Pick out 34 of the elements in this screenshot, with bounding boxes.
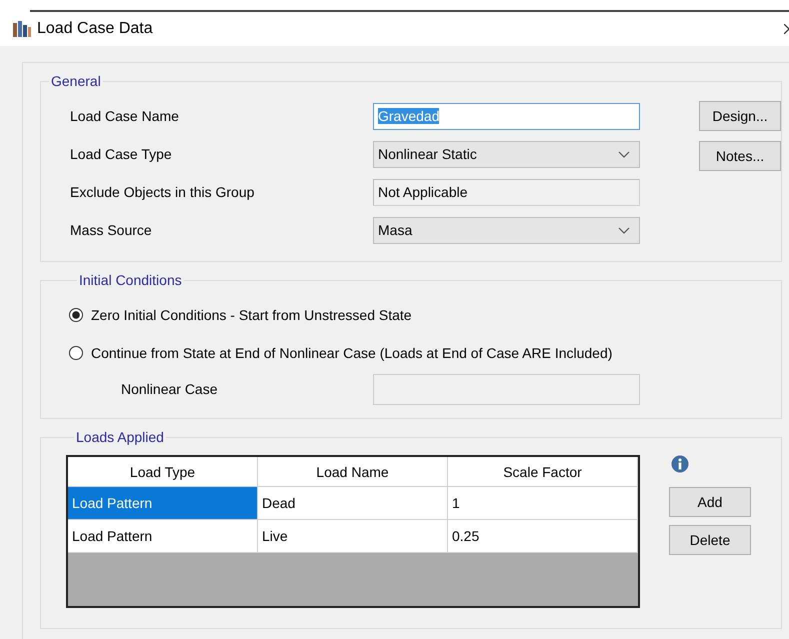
buildings-icon xyxy=(13,21,31,37)
column-header[interactable]: Scale Factor xyxy=(448,457,638,486)
radio-label[interactable]: Zero Initial Conditions - Start from Unstressed State xyxy=(91,307,412,323)
table-cell[interactable]: Load Pattern xyxy=(68,487,258,519)
dialog-button[interactable]: Add xyxy=(669,487,751,517)
dropdown[interactable]: Masa xyxy=(373,216,640,244)
radio-button[interactable] xyxy=(69,346,83,360)
table-cell[interactable]: Dead xyxy=(258,487,448,519)
close-icon xyxy=(784,24,789,34)
table-cell[interactable]: 1 xyxy=(448,487,638,519)
field-label: Mass Source xyxy=(70,222,153,238)
group-title: General xyxy=(50,73,102,89)
chevron-down-icon xyxy=(618,226,630,234)
chevron-down-icon xyxy=(618,150,630,158)
window-title: Load Case Data xyxy=(37,20,153,38)
dropdown[interactable]: Nonlinear Static xyxy=(373,140,640,168)
group-title: Loads Applied xyxy=(75,429,165,445)
column-header[interactable]: Load Name xyxy=(258,457,448,486)
dialog-button[interactable]: Notes... xyxy=(699,141,781,171)
field-label: Load Case Name xyxy=(70,108,180,124)
info-icon xyxy=(671,455,689,473)
column-header[interactable]: Load Type xyxy=(68,457,258,486)
group-title: Initial Conditions xyxy=(78,272,183,288)
table-cell[interactable]: Live xyxy=(258,520,448,552)
field-label: Exclude Objects in this Group xyxy=(70,184,256,200)
table-cell[interactable]: Load Pattern xyxy=(68,520,258,552)
field-label: Nonlinear Case xyxy=(120,381,218,397)
table-cell[interactable]: 0.25 xyxy=(448,520,638,552)
field-label: Load Case Type xyxy=(70,146,173,162)
dialog-button[interactable]: Delete xyxy=(669,525,751,555)
dialog-button[interactable]: Design... xyxy=(699,101,781,131)
radio-button[interactable] xyxy=(69,308,83,322)
radio-label[interactable]: Continue from State at End of Nonlinear Case (Loads at End of Case ARE Included) xyxy=(91,345,612,361)
readonly-field: Not Applicable xyxy=(373,178,640,206)
